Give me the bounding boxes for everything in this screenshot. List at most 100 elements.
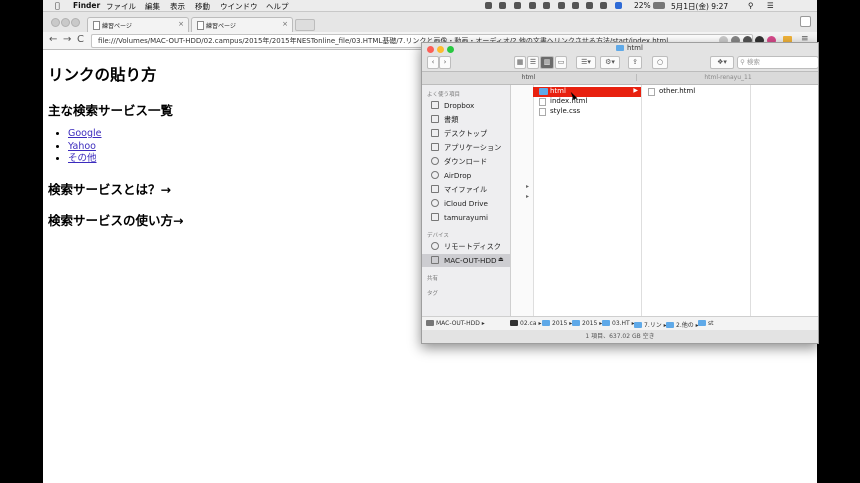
css-file-icon [539,108,546,116]
sidebar-item-label: ダウンロード [444,157,488,166]
service-link-list: Google Yahoo その他 [48,128,102,166]
path-segment[interactable]: 2015 ▸ [542,320,572,327]
link-yahoo[interactable]: Yahoo [68,141,96,152]
path-segment[interactable]: 2015 ▸ [572,320,602,327]
list-item[interactable]: style.css [533,107,641,117]
sidebar-item-desktop[interactable]: デスクトップ [422,127,510,140]
finder-sidebar: よく使う項目 Dropbox 書類 デスクトップ アプリケーション ダウンロード… [422,85,511,316]
sidebar-item-remote-disc[interactable]: リモートディスク [422,240,510,253]
finder-column-subfolder[interactable]: other.html [642,85,751,316]
path-segment[interactable]: 02.ca ▸ [510,320,541,327]
dropbox-icon[interactable] [529,2,536,9]
spotlight-icon[interactable]: ⚲ [748,1,754,10]
sidebar-item-dropbox[interactable]: Dropbox [422,99,510,112]
sync-icon[interactable] [543,2,550,9]
airdrop-icon [431,171,439,179]
arrange-button[interactable]: ☰▾ [576,56,596,69]
close-tab-icon[interactable]: × [178,20,184,28]
battery-percent: 22% [634,1,651,10]
finder-tab-html[interactable]: html [422,74,635,81]
screen-icon[interactable] [499,2,506,9]
zoom-window-button[interactable] [447,46,454,53]
finder-search-input[interactable]: ⚲ 検索 [737,56,818,69]
path-segment[interactable]: 2.他の ▸ [666,320,699,329]
menu-finder[interactable]: Finder [73,1,100,10]
link-google[interactable]: Google [68,128,102,139]
sidebar-item-all-my-files[interactable]: マイファイル [422,183,510,196]
folder-icon [602,320,610,326]
path-segment[interactable]: 03.HT ▸ [602,320,635,327]
finder-column-html[interactable]: html ▶ index.html style.css [533,85,642,316]
finder-tab-bar: html html-renayu_11 [422,72,818,85]
apple-menu-icon[interactable]:  [55,1,60,10]
list-item: Yahoo [68,141,102,154]
column-view-button[interactable]: ▥ [540,56,554,69]
menu-go[interactable]: 移動 [195,1,210,12]
sidebar-item-documents[interactable]: 書類 [422,113,510,126]
reload-button[interactable]: C [77,34,84,45]
sidebar-header-shared: 共有 [427,276,439,282]
sidebar-item-mac-out-hdd[interactable]: MAC-OUT-HDD ⏏ [422,254,510,267]
finder-tab-renayu[interactable]: html-renayu_11 [636,74,818,81]
sidebar-header-favorites: よく使う項目 [427,92,461,98]
new-tab-button[interactable] [295,19,315,31]
back-button[interactable]: ← [49,34,57,45]
sidebar-item-icloud-drive[interactable]: iCloud Drive [422,197,510,210]
zoom-window-button[interactable] [71,18,80,27]
finder-forward-button[interactable]: › [439,56,451,69]
browser-tab-2[interactable]: 練習ページ × [191,17,293,32]
minimize-window-button[interactable] [437,46,444,53]
folder-icon [666,322,674,328]
dropbox-button[interactable]: ❖▾ [710,56,734,69]
tab-title: 練習ページ [206,23,236,30]
list-item[interactable]: other.html [642,87,750,97]
list-view-button[interactable]: ☰ [527,56,539,69]
browser-tab-1[interactable]: 練習ページ × [87,17,189,32]
menu-edit[interactable]: 編集 [145,1,160,12]
search-placeholder: 検索 [746,58,760,66]
sidebar-item-airdrop[interactable]: AirDrop [422,169,510,182]
wifi-icon[interactable] [586,2,593,9]
input-method-icon[interactable] [615,2,622,9]
finder-column-parent[interactable]: ▸ ▸ [511,85,534,316]
battery-icon[interactable] [653,2,665,9]
menu-help[interactable]: ヘルプ [266,1,289,12]
list-item[interactable]: html ▶ [533,87,641,97]
menu-window[interactable]: ウインドウ [220,1,258,12]
close-tab-icon[interactable]: × [282,20,288,28]
sidebar-item-home[interactable]: tamurayumi [422,211,510,224]
clock-icon[interactable] [558,2,565,9]
notification-center-icon[interactable]: ☰ [767,1,774,10]
close-window-button[interactable] [427,46,434,53]
menu-file[interactable]: ファイル [106,1,136,12]
path-segment[interactable]: MAC-OUT-HDD ▸ [426,320,485,327]
volume-icon[interactable] [600,2,607,9]
eject-icon[interactable]: ⏏ [498,256,504,263]
sidebar-item-label: デスクトップ [444,129,488,138]
cover-flow-button[interactable]: ▭ [555,56,567,69]
minimize-window-button[interactable] [61,18,70,27]
bluetooth-icon[interactable] [572,2,579,9]
finder-column-empty[interactable] [751,85,818,316]
page-title: リンクの貼り方 [48,66,157,84]
finder-back-button[interactable]: ‹ [427,56,439,69]
status-icon[interactable] [485,2,492,9]
path-segment[interactable]: 7.リン ▸ [634,320,667,329]
menubar-clock[interactable]: 5月1日(金) 9:27 [671,1,728,12]
action-gear-button[interactable]: ⚙▾ [600,56,620,69]
sidebar-item-downloads[interactable]: ダウンロード [422,155,510,168]
folder-icon [431,101,439,109]
share-button[interactable]: ⇪ [628,56,642,69]
edit-tags-button[interactable]: ○ [652,56,668,69]
stream-icon[interactable] [514,2,521,9]
path-segment[interactable]: st [698,320,713,327]
sidebar-item-applications[interactable]: アプリケーション [422,141,510,154]
list-item[interactable]: index.html [533,97,641,107]
menu-view[interactable]: 表示 [170,1,185,12]
forward-button[interactable]: → [63,34,71,45]
icon-view-button[interactable]: ▦ [514,56,526,69]
close-window-button[interactable] [51,18,60,27]
link-other[interactable]: その他 [68,153,97,164]
path-label: 02.ca [520,320,537,327]
profile-icon[interactable] [800,16,811,27]
